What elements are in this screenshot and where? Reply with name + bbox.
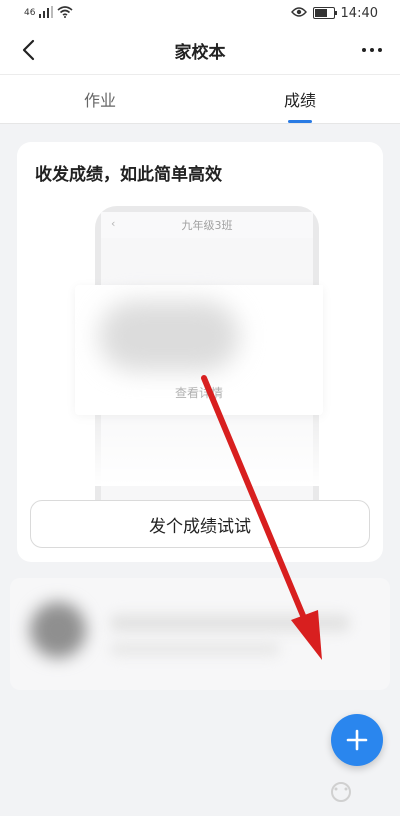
send-grades-button[interactable]: 发个成绩试试	[30, 500, 370, 548]
tab-grades-label: 成绩	[283, 91, 316, 110]
chevron-left-icon	[22, 39, 35, 61]
blurred-content	[99, 301, 239, 371]
status-left: 46	[0, 5, 73, 21]
promo-title: 收发成绩，如此简单高效	[35, 165, 222, 185]
tab-bar: 作业 成绩	[0, 75, 400, 124]
nav-bar: 家校本	[0, 26, 400, 75]
add-button[interactable]	[331, 714, 383, 766]
tab-homework[interactable]: 作业	[0, 75, 200, 123]
phone-mockup-title: 九年级3班	[181, 219, 233, 232]
wifi-icon	[57, 5, 73, 21]
back-button[interactable]	[14, 36, 42, 64]
status-time: 14:40	[340, 5, 378, 21]
active-tab-indicator	[288, 120, 312, 123]
tab-grades[interactable]: 成绩	[200, 75, 400, 123]
tab-homework-label: 作业	[83, 91, 116, 110]
signal-icon	[39, 5, 54, 21]
chevron-left-icon: ‹	[111, 217, 116, 230]
more-horizontal-icon	[362, 48, 366, 52]
watermark-logo	[282, 770, 400, 816]
status-bar: 46 14:40	[0, 0, 400, 26]
plus-icon	[346, 729, 368, 751]
network-type-label: 46	[24, 8, 36, 18]
phone-mockup-header: ‹ 九年级3班	[101, 212, 313, 238]
avatar	[30, 602, 86, 658]
promo-card: 收发成绩，如此简单高效 ‹ 九年级3班 查看详情 发个成绩试试	[17, 142, 383, 562]
battery-icon	[312, 7, 337, 19]
blurred-list-item[interactable]	[10, 578, 390, 690]
eye-icon	[290, 6, 307, 20]
status-right: 14:40	[290, 5, 400, 21]
more-button[interactable]	[362, 38, 382, 62]
page-title: 家校本	[174, 42, 226, 63]
